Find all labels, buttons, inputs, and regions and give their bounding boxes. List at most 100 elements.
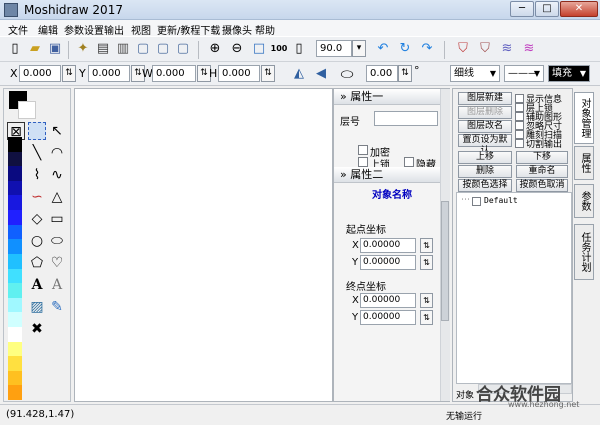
tab-task-plan[interactable]: 任务计划 (574, 224, 594, 280)
zoom-in-icon[interactable]: ⊕ (206, 40, 224, 58)
color-swatch[interactable] (8, 341, 22, 357)
color-swatch[interactable] (8, 224, 22, 240)
color-swatch[interactable] (8, 253, 22, 269)
section2-header[interactable]: » 属性二 (334, 167, 441, 183)
tab-object-manager[interactable]: 对象管理 (574, 92, 594, 144)
menu-params[interactable]: 参数设置 (64, 22, 104, 37)
menu-update[interactable]: 更新/教程下载 (157, 22, 220, 37)
outline-text-tool-icon[interactable]: A (48, 276, 66, 294)
circle-tool-icon[interactable]: ○ (28, 232, 46, 250)
w-input[interactable]: 0.000 (152, 65, 196, 82)
color-swatch[interactable] (8, 268, 22, 284)
aux-graph-checkbox[interactable] (515, 112, 524, 121)
start-x-input[interactable]: 0.00000 (360, 238, 416, 253)
color-swatch[interactable] (8, 326, 22, 342)
undo-icon[interactable]: ↶ (374, 40, 392, 58)
tab-properties[interactable]: 属性 (574, 146, 594, 180)
move-up-button[interactable]: 上移 (458, 151, 512, 164)
color-swatch[interactable] (8, 210, 22, 226)
image-tool-icon[interactable]: ▨ (28, 298, 46, 316)
hide-checkbox[interactable] (404, 157, 414, 167)
color-swatch[interactable] (8, 297, 22, 313)
open-folder-icon[interactable]: ▰ (26, 40, 44, 58)
layer-lock-checkbox[interactable] (515, 103, 524, 112)
eyedropper-icon[interactable]: ✎ (48, 298, 66, 316)
menu-output[interactable]: 输出 (104, 22, 124, 37)
color-swatch[interactable] (8, 180, 22, 196)
color-swatch[interactable] (8, 312, 22, 328)
printer-icon[interactable]: ▥ (114, 40, 132, 58)
angle-spinner[interactable]: ⇅ (398, 65, 412, 82)
zoom-input[interactable]: 90.0 (316, 40, 352, 57)
cut-icon[interactable]: ▢ (174, 40, 192, 58)
redo-icon[interactable]: ↷ (418, 40, 436, 58)
pointer-icon[interactable]: ↖ (48, 122, 66, 140)
polygon-tool-icon[interactable]: ⬠ (28, 254, 46, 272)
triangle-tool-icon[interactable]: △ (48, 188, 66, 206)
select-rect-icon[interactable] (28, 122, 46, 140)
menu-view[interactable]: 视图 (131, 22, 151, 37)
select-by-color-button[interactable]: 按颜色选择 (458, 179, 512, 192)
close-button[interactable]: ✕ (560, 1, 598, 17)
paste-icon[interactable]: ▢ (134, 40, 152, 58)
default-layer-checkbox[interactable] (472, 197, 481, 206)
y-input[interactable]: 0.000 (88, 65, 130, 82)
end-x-input[interactable]: 0.00000 (360, 293, 416, 308)
end-y-spinner[interactable]: ⇅ (420, 310, 433, 325)
delete-tool-icon[interactable]: ✖ (28, 320, 46, 338)
flip-vertical-icon[interactable]: ◀ (312, 65, 330, 83)
color-swatch[interactable] (8, 283, 22, 299)
bezier-tool-icon[interactable]: ∽ (28, 188, 46, 206)
end-y-input[interactable]: 0.00000 (360, 310, 416, 325)
fit-page-icon[interactable]: □ (250, 40, 268, 58)
curve-tool-icon[interactable]: ∿ (48, 166, 66, 184)
rotate-icon[interactable]: ↻ (396, 40, 414, 58)
start-y-input[interactable]: 0.00000 (360, 255, 416, 270)
wave-icon[interactable]: ≋ (498, 40, 516, 58)
color-swatch[interactable] (8, 385, 22, 401)
new-file-icon[interactable]: ▯ (6, 40, 24, 58)
encrypt-checkbox[interactable] (358, 145, 368, 155)
tab-parameters[interactable]: 参数 (574, 184, 594, 218)
wave-cross-icon[interactable]: ≋ (520, 40, 538, 58)
diamond-tool-icon[interactable]: ◇ (28, 210, 46, 228)
move-down-button[interactable]: 下移 (516, 151, 568, 164)
delete-button[interactable]: 删除 (458, 165, 512, 178)
film-icon[interactable]: ▤ (94, 40, 112, 58)
layer-select[interactable] (374, 111, 438, 126)
line-tool-icon[interactable]: ╲ (28, 144, 46, 162)
engrave-scan-checkbox[interactable] (515, 130, 524, 139)
h-spinner[interactable]: ⇅ (261, 65, 275, 82)
ellipse-icon[interactable]: ⬭ (338, 65, 356, 83)
start-x-spinner[interactable]: ⇅ (420, 238, 433, 253)
magic-wand-icon[interactable]: ✦ (74, 40, 92, 58)
shield-outline-icon[interactable]: ⛉ (476, 40, 494, 58)
rename-layer-button[interactable]: 图层改名 (458, 120, 512, 133)
rename-button[interactable]: 重命名 (516, 165, 568, 178)
color-swatch[interactable] (8, 137, 22, 152)
zoom-100-icon[interactable]: 100 (270, 40, 288, 58)
section1-header[interactable]: » 属性一 (334, 89, 441, 105)
delete-layer-button[interactable]: 图层删除 (458, 106, 512, 119)
maximize-button[interactable]: □ (535, 1, 559, 17)
cut-output-checkbox[interactable] (515, 139, 524, 148)
lock-checkbox[interactable] (358, 157, 368, 167)
property-scroll-thumb[interactable] (441, 201, 449, 321)
polyline-tool-icon[interactable]: ⌇ (28, 166, 46, 184)
x-spinner[interactable]: ⇅ (62, 65, 76, 82)
blank-page-icon[interactable]: ▯ (290, 40, 308, 58)
color-swatch[interactable] (8, 239, 22, 255)
arc-tool-icon[interactable]: ◠ (48, 144, 66, 162)
menu-file[interactable]: 文件 (8, 22, 28, 37)
new-layer-button[interactable]: 图层新建 (458, 92, 512, 105)
color-swatch[interactable] (8, 166, 22, 182)
save-icon[interactable]: ▣ (46, 40, 64, 58)
h-input[interactable]: 0.000 (218, 65, 260, 82)
line-type-select[interactable]: ——— ▼ (504, 65, 544, 82)
color-swatch[interactable] (8, 370, 22, 386)
fill-select[interactable]: 填充 ▼ (548, 65, 590, 82)
background-color[interactable] (18, 101, 36, 119)
line-style-select[interactable]: 细线 ▼ (450, 65, 500, 82)
set-default-button[interactable]: 置页设为默认 (458, 134, 512, 156)
layer-tree[interactable]: ⋯ Default (456, 192, 572, 384)
